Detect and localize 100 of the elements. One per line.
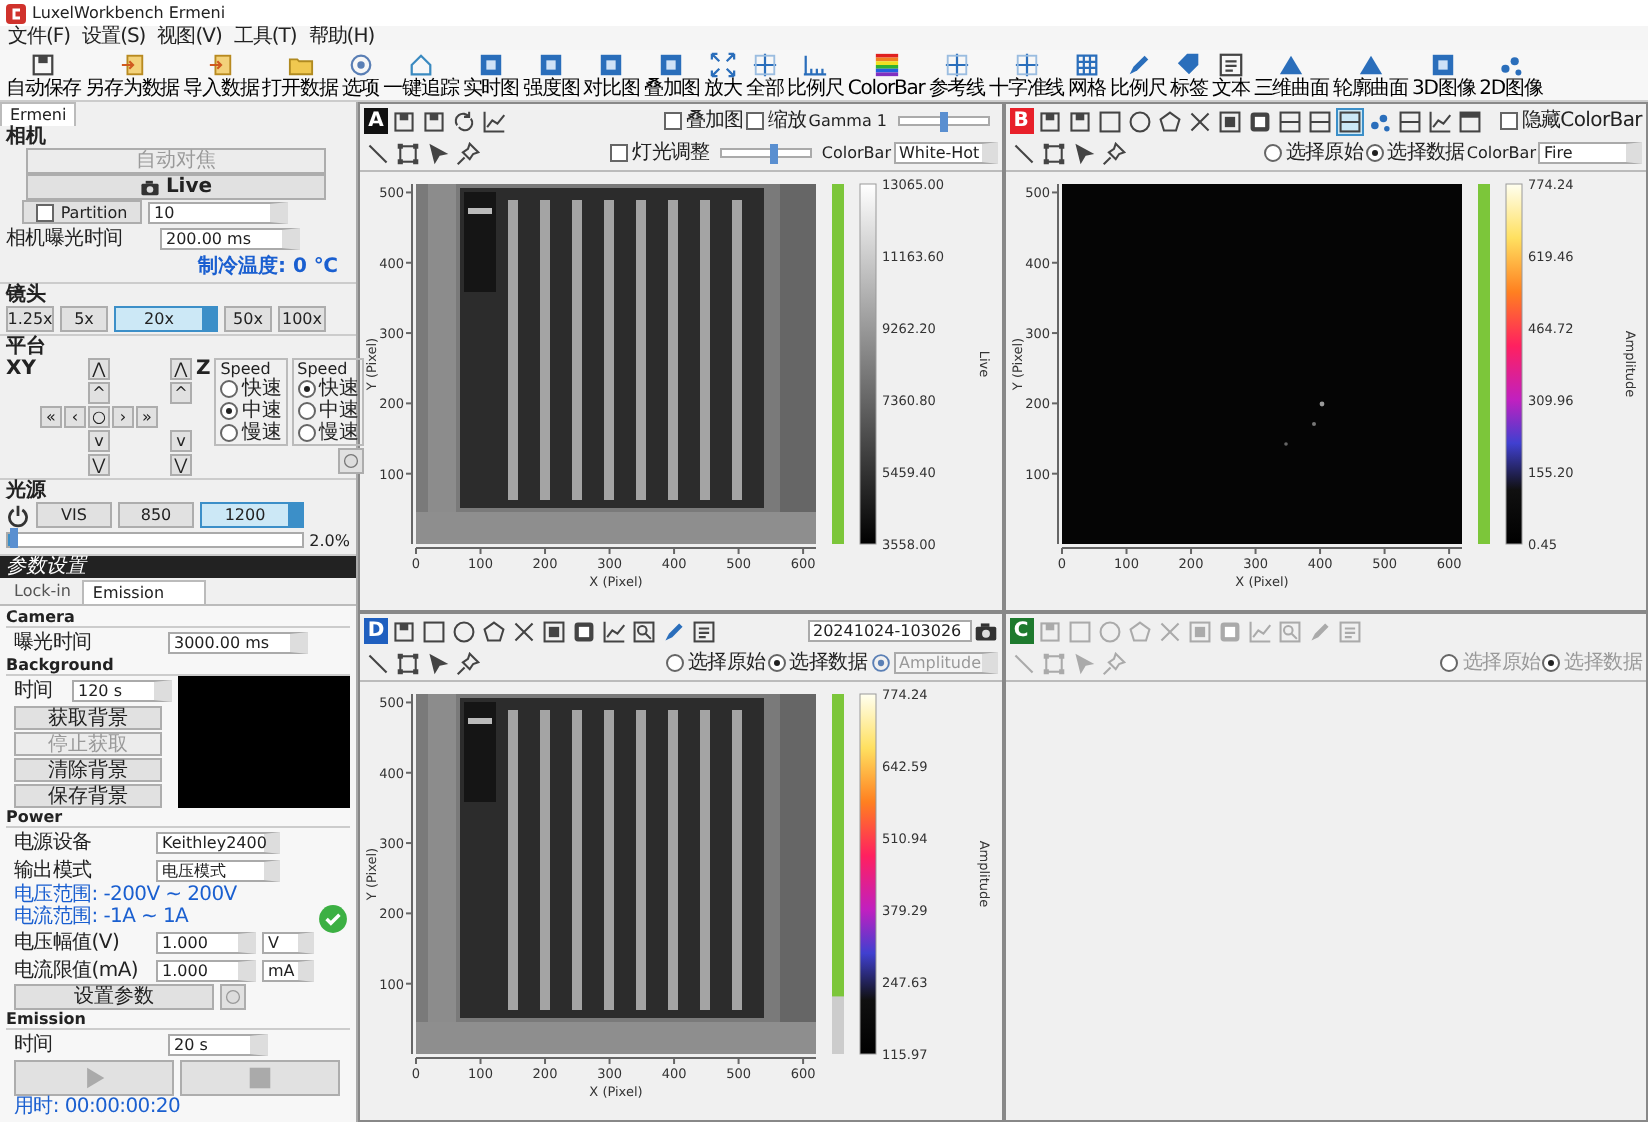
tool-button[interactable] — [1245, 107, 1273, 135]
range-slider[interactable] — [832, 694, 844, 1054]
tool-button[interactable] — [1455, 107, 1483, 135]
tool-button[interactable] — [1095, 107, 1123, 135]
toolbar-button[interactable]: 比例尺 — [1107, 50, 1169, 100]
device-dropdown[interactable]: Keithley2400 — [156, 831, 280, 853]
tool-button[interactable] — [600, 617, 628, 645]
tool-button[interactable] — [424, 139, 452, 167]
tool-button[interactable] — [1395, 107, 1423, 135]
voltage-field[interactable]: 1.000 — [156, 931, 256, 953]
current-field[interactable]: 1.000 — [156, 959, 256, 981]
date-field[interactable]: 20241024-103026 — [807, 620, 971, 642]
slider[interactable] — [719, 148, 812, 158]
toolbar-button[interactable]: ColorBar — [845, 50, 927, 100]
lens-button[interactable]: 20x — [114, 306, 218, 332]
background-button[interactable]: 获取背景 — [14, 706, 162, 730]
toolbar-button[interactable]: 对比图 — [581, 50, 642, 100]
toolbar-button[interactable]: 选项 — [339, 50, 382, 100]
radio-button[interactable] — [220, 380, 239, 398]
tool-button[interactable] — [390, 617, 418, 645]
menu-item[interactable]: 工具(T) — [233, 26, 297, 50]
move-button[interactable]: v — [87, 430, 110, 452]
exposure-field[interactable]: 3000.00 ms — [168, 631, 308, 653]
light-button[interactable]: 1200 — [200, 502, 304, 528]
start-button[interactable] — [14, 1060, 174, 1096]
move-button[interactable]: ⋁ — [87, 454, 110, 476]
tool-button[interactable] — [1009, 139, 1037, 167]
slider[interactable] — [897, 116, 989, 126]
toolbar-button[interactable]: 叠加图 — [641, 50, 703, 100]
toolbar-button[interactable]: 3D图像 — [1410, 50, 1478, 100]
time-field[interactable]: 120 s — [72, 679, 172, 701]
lens-button[interactable]: 50x — [224, 306, 272, 332]
tool-button[interactable] — [510, 617, 538, 645]
power-icon[interactable] — [6, 503, 30, 527]
toolbar-button[interactable]: 网格 — [1066, 50, 1108, 100]
tool-button[interactable] — [390, 107, 418, 135]
tool-button[interactable] — [450, 617, 478, 645]
radio-button[interactable] — [1365, 144, 1384, 162]
set-parameters-button[interactable]: 设置参数 — [14, 984, 214, 1010]
move-button[interactable]: ⋀ — [87, 358, 110, 380]
light-button[interactable]: VIS — [36, 502, 112, 528]
move-button[interactable]: ^ — [169, 382, 192, 404]
tool-button[interactable] — [1099, 139, 1127, 167]
toolbar-button[interactable]: 全部 — [743, 50, 786, 100]
live-button[interactable]: Live — [26, 174, 326, 200]
time-field[interactable]: 20 s — [168, 1033, 268, 1055]
toolbar-button[interactable]: 打开数据 — [260, 50, 340, 100]
tool-button[interactable] — [454, 139, 482, 167]
tool-button[interactable] — [1065, 107, 1093, 135]
radio-button[interactable] — [665, 654, 684, 672]
move-button[interactable]: › — [111, 406, 134, 428]
tool-button[interactable] — [1275, 107, 1303, 135]
move-button[interactable]: ○ — [87, 406, 110, 428]
tool-button[interactable] — [420, 107, 448, 135]
menu-item[interactable]: 设置(S) — [82, 26, 146, 50]
tool-button[interactable] — [570, 617, 598, 645]
radio-button[interactable] — [220, 424, 239, 442]
light-button[interactable]: 850 — [118, 502, 194, 528]
tool-button[interactable] — [1125, 107, 1153, 135]
menu-item[interactable]: 视图(V) — [157, 26, 222, 50]
move-button[interactable]: ⋀ — [169, 358, 192, 380]
checkbox[interactable] — [610, 144, 629, 162]
background-button[interactable]: 保存背景 — [14, 784, 162, 808]
move-button[interactable]: v — [169, 430, 192, 452]
range-slider[interactable] — [1477, 184, 1489, 544]
menu-item[interactable]: 文件(F) — [8, 26, 71, 50]
unit-dropdown[interactable]: mA — [262, 959, 314, 981]
tool-button[interactable] — [480, 107, 508, 135]
radio-button[interactable] — [297, 424, 316, 442]
toolbar-button[interactable]: 文本 — [1209, 50, 1252, 100]
checkbox[interactable] — [36, 203, 55, 221]
tool-button[interactable] — [1155, 107, 1183, 135]
checkbox[interactable] — [663, 112, 682, 130]
radio-button[interactable] — [220, 402, 239, 420]
colormap-dropdown[interactable]: Fire — [1538, 142, 1642, 164]
reset-button[interactable] — [338, 448, 365, 474]
tool-button[interactable] — [454, 649, 482, 677]
tab[interactable]: Lock-in — [6, 580, 79, 604]
tool-button[interactable] — [394, 139, 422, 167]
colormap-dropdown[interactable]: White-Hot — [893, 142, 997, 164]
tool-button[interactable] — [1305, 107, 1333, 135]
toolbar-button[interactable]: 十字准线 — [987, 50, 1067, 100]
unit-dropdown[interactable]: V — [262, 931, 314, 953]
toolbar-button[interactable]: 比例尺 — [785, 50, 846, 100]
menu-item[interactable]: 帮助(H) — [308, 26, 375, 50]
toolbar-button[interactable]: 另存为数据 — [83, 50, 182, 100]
move-button[interactable]: ‹ — [63, 406, 86, 428]
radio-button[interactable] — [297, 380, 316, 398]
tab[interactable]: Emission — [82, 580, 207, 604]
tool-button[interactable] — [1335, 107, 1363, 135]
tool-button[interactable] — [1035, 107, 1063, 135]
radio-button[interactable] — [767, 654, 786, 672]
toolbar-button[interactable]: 轮廓曲面 — [1330, 50, 1410, 100]
lens-button[interactable]: 5x — [60, 306, 108, 332]
toolbar-button[interactable]: 放大 — [702, 50, 744, 100]
toolbar-button[interactable]: 标签 — [1168, 50, 1210, 100]
tool-button[interactable] — [1215, 107, 1243, 135]
tool-button[interactable] — [450, 107, 478, 135]
move-button[interactable]: » — [135, 406, 158, 428]
checkbox[interactable] — [745, 112, 764, 130]
